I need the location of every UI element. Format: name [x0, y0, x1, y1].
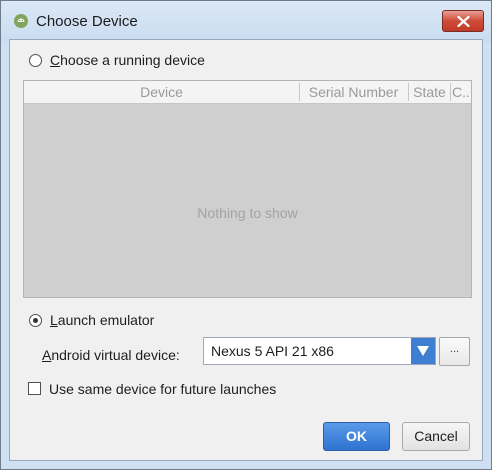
choose-device-dialog: Choose Device Choose a running device De…	[0, 0, 492, 470]
choose-running-device-label[interactable]: Choose a running device	[50, 52, 205, 68]
cancel-button[interactable]: Cancel	[402, 422, 470, 451]
close-button[interactable]	[442, 10, 484, 32]
close-icon	[457, 16, 470, 27]
browse-avd-button[interactable]: ...	[439, 337, 470, 366]
choose-running-device-label-text: hoose a running device	[60, 52, 205, 68]
dialog-title: Choose Device	[36, 13, 138, 30]
android-virtual-device-label: Android virtual device:	[42, 347, 180, 363]
launch-emulator-label-text: aunch emulator	[57, 312, 155, 328]
choose-running-device-radio[interactable]	[29, 54, 42, 67]
chevron-down-icon	[417, 346, 429, 356]
avd-dropdown[interactable]: Nexus 5 API 21 x86	[203, 337, 436, 365]
ok-button[interactable]: OK	[323, 422, 390, 451]
device-table-header: Device Serial Number State C...	[24, 81, 471, 104]
dialog-content: Choose a running device Device Serial Nu…	[9, 39, 483, 461]
column-header-compatible[interactable]: C...	[452, 84, 471, 100]
use-same-device-label[interactable]: Use same device for future launches	[49, 381, 276, 397]
column-header-state[interactable]: State	[409, 84, 450, 100]
avd-selected-value: Nexus 5 API 21 x86	[211, 343, 334, 359]
mnemonic-a: A	[42, 347, 52, 363]
column-header-serial-number[interactable]: Serial Number	[300, 84, 407, 100]
use-same-device-checkbox[interactable]	[28, 382, 41, 395]
empty-table-message: Nothing to show	[197, 205, 298, 221]
launch-emulator-label[interactable]: Launch emulator	[50, 312, 154, 328]
mnemonic-l: L	[50, 312, 58, 328]
mnemonic-c: C	[50, 52, 61, 68]
launch-emulator-radio[interactable]	[29, 314, 42, 327]
column-divider[interactable]	[450, 83, 451, 101]
dropdown-arrow-button[interactable]	[411, 338, 435, 364]
device-table[interactable]: Device Serial Number State C... Nothing …	[23, 80, 472, 298]
column-header-device[interactable]: Device	[24, 84, 299, 100]
android-icon	[14, 14, 28, 28]
android-virtual-device-label-text: ndroid virtual device:	[51, 347, 180, 363]
title-bar[interactable]: Choose Device	[1, 1, 491, 43]
